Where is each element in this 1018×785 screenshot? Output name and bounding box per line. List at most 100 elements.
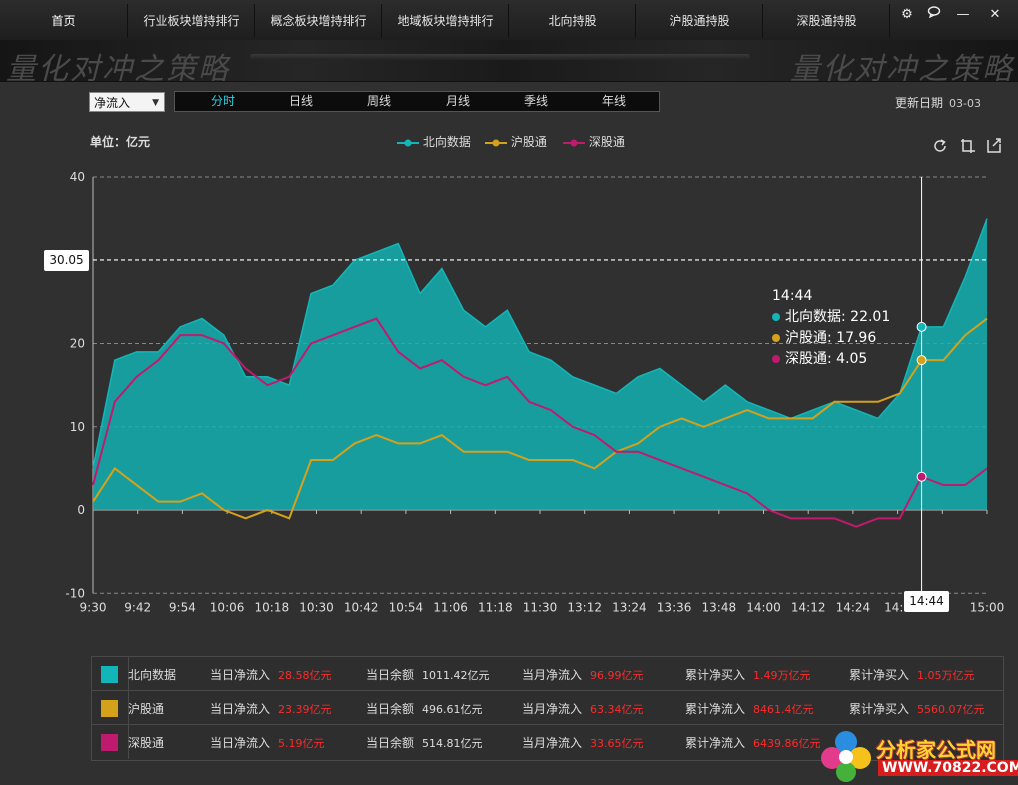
cell-label: 当日净流入 [210, 736, 271, 750]
gear-icon[interactable]: ⚙ [894, 4, 920, 26]
period-daily[interactable]: 日线 [271, 92, 331, 111]
chart-tooltip: 14:44 北向数据: 22.01 沪股通: 17.96 深股通: 4.05 [772, 286, 912, 370]
banner-bar [250, 54, 750, 60]
tooltip-sz-text: 深股通: 4.05 [785, 351, 868, 367]
sh-swatch-icon [101, 700, 118, 717]
table-cell: 累计净买入 1.05万亿元 [849, 666, 975, 683]
cell-label: 当日余额 [366, 736, 415, 750]
x-tick-label: 9:54 [169, 600, 196, 614]
unit-label: 单位：亿元 [90, 135, 151, 149]
table-cell: 当日净流入 23.39亿元 [210, 700, 332, 717]
period-tabs: 分时 日线 周线 月线 季线 年线 [174, 91, 660, 112]
cell-label: 累计净流入 [685, 736, 746, 750]
table-cell: 当日净流入 5.19亿元 [210, 734, 325, 751]
x-tick-label: 10:42 [344, 600, 379, 614]
tooltip-sh: 沪股通: 17.96 [772, 328, 912, 349]
legend-north[interactable]: 北向数据 [397, 133, 471, 150]
x-tick-label: 13:24 [612, 600, 647, 614]
period-weekly[interactable]: 周线 [349, 92, 409, 111]
table-cell: 累计净买入 5560.07亿元 [849, 700, 985, 717]
legend-sh[interactable]: 沪股通 [485, 133, 547, 150]
period-monthly[interactable]: 月线 [428, 92, 488, 111]
banner-watermark-right: 量化对冲之策略 [790, 52, 1014, 82]
row-name: 深股通 [128, 736, 165, 750]
north-swatch-icon [101, 666, 118, 683]
crosshair-y-label: 30.05 [44, 250, 89, 271]
period-intraday[interactable]: 分时 [193, 92, 253, 111]
table-cell: 当日余额 1011.42亿元 [366, 666, 490, 683]
table-cell: 当日余额 514.81亿元 [366, 734, 483, 751]
tab-industry-ranking[interactable]: 行业板块增持排行 [129, 4, 255, 38]
cell-value: 496.61亿元 [422, 703, 483, 716]
y-tick-label: 40 [70, 170, 85, 184]
x-tick-label: 13:48 [702, 600, 737, 614]
chat-icon[interactable] [921, 4, 947, 26]
tab-sz-holdings[interactable]: 深股通持股 [764, 4, 890, 38]
cell-label: 累计净买入 [849, 702, 910, 716]
period-yearly[interactable]: 年线 [584, 92, 644, 111]
close-icon[interactable]: ✕ [982, 4, 1008, 26]
x-tick-label: 14:12 [791, 600, 826, 614]
cell-value: 1011.42亿元 [422, 669, 490, 682]
cell-value: 8461.4亿元 [753, 703, 814, 716]
banner-watermark-left: 量化对冲之策略 [6, 52, 230, 82]
table-cell: 累计净流入 6439.86亿元 [685, 734, 821, 751]
tab-sh-holdings[interactable]: 沪股通持股 [637, 4, 763, 38]
tooltip-north-text: 北向数据: 22.01 [785, 309, 891, 325]
cell-label: 当月净流入 [522, 736, 583, 750]
cell-value: 6439.86亿元 [753, 737, 821, 750]
row-name: 沪股通 [128, 702, 165, 716]
cell-label: 累计净买入 [849, 668, 910, 682]
cell-label: 当日净流入 [210, 668, 271, 682]
north-dot-icon [772, 313, 780, 321]
cell-value: 5560.07亿元 [917, 703, 985, 716]
legend-sz[interactable]: 深股通 [563, 133, 625, 150]
x-tick-label: 15:00 [970, 600, 1005, 614]
table-cell: 当日净流入 28.58亿元 [210, 666, 332, 683]
cell-value: 28.58亿元 [278, 669, 332, 682]
y-tick-label: 0 [77, 503, 85, 517]
zoom-reset-icon[interactable] [985, 137, 1003, 155]
flow-chart[interactable]: 403020100-109:309:429:5410:0610:1810:301… [0, 160, 1018, 620]
y-tick-label: 10 [70, 420, 85, 434]
refresh-icon[interactable] [931, 137, 949, 155]
table-cell: 累计净买入 1.49万亿元 [685, 666, 811, 683]
cell-label: 累计净买入 [685, 668, 746, 682]
x-tick-label: 14:00 [746, 600, 781, 614]
flower-logo-icon [821, 731, 871, 782]
x-tick-label: 11:30 [523, 600, 558, 614]
legend-sz-label: 深股通 [588, 135, 625, 149]
zoom-icon[interactable] [959, 137, 977, 155]
tab-region-ranking[interactable]: 地域板块增持排行 [383, 4, 509, 38]
cell-value: 33.65亿元 [590, 737, 644, 750]
tooltip-time: 14:44 [772, 288, 813, 304]
cell-value: 63.34亿元 [590, 703, 644, 716]
period-quarterly[interactable]: 季线 [506, 92, 566, 111]
tab-home[interactable]: 首页 [0, 4, 128, 38]
x-tick-label: 13:12 [567, 600, 602, 614]
logo-title: 分析家公式网 [876, 738, 996, 762]
x-tick-label: 11:06 [433, 600, 468, 614]
minimize-icon[interactable]: — [950, 4, 976, 26]
legend-sh-label: 沪股通 [510, 135, 547, 149]
cell-label: 当日净流入 [210, 702, 271, 716]
y-tick-label: 20 [70, 337, 85, 351]
sz-swatch-icon [101, 734, 118, 751]
table-cell: 当月净流入 63.34亿元 [522, 700, 644, 717]
cell-label: 当月净流入 [522, 702, 583, 716]
logo-url: WWW.70822.COM [878, 760, 1018, 776]
table-row: 沪股通 当日净流入 23.39亿元 当日余额 496.61亿元 当月净流入 63.34… [92, 691, 1003, 725]
flow-type-select[interactable]: 净流入 ▼ [89, 92, 165, 112]
x-tick-label: 9:30 [80, 600, 107, 614]
cell-value: 514.81亿元 [422, 737, 483, 750]
table-cell: 当日余额 496.61亿元 [366, 700, 483, 717]
sz-dot-icon [772, 355, 780, 363]
x-tick-label: 10:06 [210, 600, 245, 614]
tab-north-holdings[interactable]: 北向持股 [510, 4, 636, 38]
cell-value: 1.05万亿元 [917, 669, 975, 682]
x-tick-label: 10:18 [255, 600, 290, 614]
tooltip-sh-text: 沪股通: 17.96 [785, 330, 877, 346]
tooltip-sz: 深股通: 4.05 [772, 349, 912, 370]
cell-value: 96.99亿元 [590, 669, 644, 682]
tab-concept-ranking[interactable]: 概念板块增持排行 [256, 4, 382, 38]
